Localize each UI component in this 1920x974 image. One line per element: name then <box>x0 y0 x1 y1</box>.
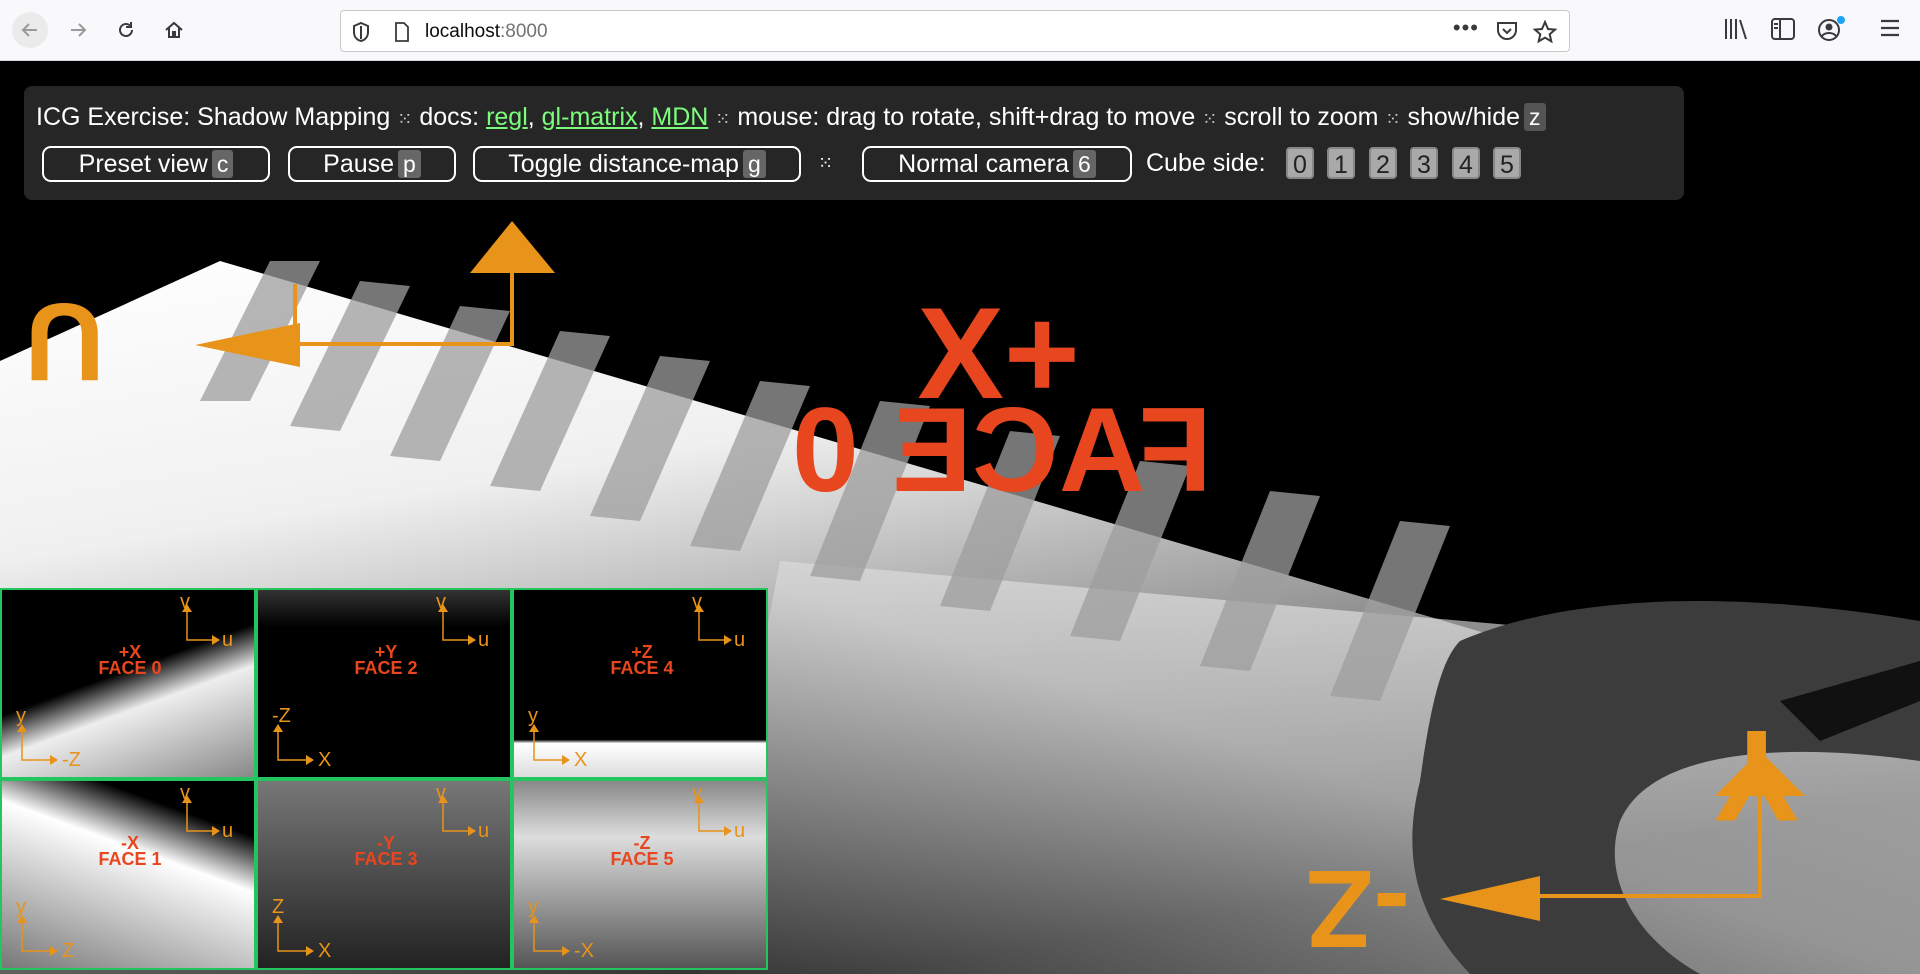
face-a-label: y <box>16 896 26 918</box>
browser-toolbar: localhost:8000 ••• <box>0 0 1920 61</box>
cube-side-3-button[interactable]: 3 <box>1410 147 1438 179</box>
face-a-label: y <box>528 896 538 918</box>
cube-face-cell: v u +X FACE 0 y -Z <box>0 588 256 779</box>
mouse-hint: mouse: drag to rotate, shift+drag to mov… <box>737 103 1196 131</box>
face-name-label: FACE 2 <box>354 658 417 678</box>
url-text: localhost:8000 <box>425 21 548 42</box>
face-name-label: FACE 4 <box>610 658 673 678</box>
page-icon <box>395 22 409 42</box>
reload-button[interactable] <box>108 12 144 48</box>
face-b-label: X <box>574 749 587 771</box>
face-b-label: X <box>318 940 331 962</box>
cube-face-cell: v u -Z FACE 5 y -X <box>512 779 768 970</box>
scroll-hint: scroll to zoom <box>1224 103 1379 131</box>
face-b-label: Z <box>62 940 74 962</box>
face-u-label: u <box>734 820 745 842</box>
face-b-label: -Z <box>62 749 81 771</box>
face-b-label: X <box>318 749 331 771</box>
arrow-right-icon <box>71 23 87 37</box>
big-face-label: FACE 0 <box>792 383 1212 517</box>
cube-side-2-button[interactable]: 2 <box>1369 147 1397 179</box>
face-a-label: -Z <box>272 705 291 727</box>
docs-label: docs: <box>419 103 480 131</box>
cube-face-render: vu-ZFACE 5y-X <box>528 782 745 962</box>
face-u-label: u <box>734 629 745 651</box>
face-name-label: FACE 0 <box>98 658 161 678</box>
reload-icon <box>119 22 133 37</box>
bookmark-star-icon[interactable] <box>1533 20 1557 44</box>
back-button[interactable] <box>12 12 48 48</box>
normal-camera-button[interactable]: Normal camera 6 <box>862 146 1132 182</box>
gl-matrix-link[interactable]: gl-matrix <box>542 103 638 131</box>
pocket-icon[interactable] <box>1495 20 1519 42</box>
face-name-label: FACE 1 <box>98 849 161 869</box>
url-bar[interactable]: localhost:8000 ••• <box>340 10 1570 52</box>
face-a-label: y <box>528 705 538 727</box>
cube-face-render: vu+YFACE 2-ZX <box>272 591 489 771</box>
showhide-label: show/hide <box>1407 103 1521 131</box>
sidebar-icon[interactable] <box>1770 16 1796 42</box>
face-b-label: -X <box>574 940 594 962</box>
cube-face-cell: v u +Y FACE 2 -Z X <box>256 588 512 779</box>
shield-icon[interactable] <box>351 21 371 43</box>
face-a-label: Z <box>272 896 284 918</box>
big-y-label: Y <box>1713 703 1800 849</box>
face-v-label: v <box>436 591 446 613</box>
face-u-label: u <box>222 820 233 842</box>
header-line: ICG Exercise: Shadow Mapping ⁙ docs: reg… <box>36 103 1546 132</box>
cube-face-cell: v u +Z FACE 4yX <box>512 588 768 779</box>
face-name-label: FACE 5 <box>610 849 673 869</box>
cube-face-render: vu+ZFACE 4yX <box>528 591 745 771</box>
home-icon <box>165 21 183 38</box>
app-title: ICG Exercise: Shadow Mapping <box>36 103 391 131</box>
face-name-label: FACE 3 <box>354 849 417 869</box>
cube-side-1-button[interactable]: 1 <box>1327 147 1355 179</box>
preset-view-button[interactable]: Preset view c <box>42 146 270 182</box>
face-v-label: v <box>692 591 702 613</box>
cube-side-5-button[interactable]: 5 <box>1493 147 1521 179</box>
face-v-label: v <box>180 782 190 804</box>
cube-side-0-button[interactable]: 0 <box>1286 147 1314 179</box>
cube-side-label: Cube side: <box>1146 149 1266 177</box>
big-u-label: U <box>25 280 104 403</box>
face-u-label: u <box>478 820 489 842</box>
cube-face-render: vu-YFACE 3ZX <box>272 782 489 962</box>
cube-face-cell: v u -Y FACE 3ZX <box>256 779 512 970</box>
cube-face-cell: v u -X FACE 1yZ <box>0 779 256 970</box>
mdn-link[interactable]: MDN <box>651 103 708 131</box>
face-u-label: u <box>222 629 233 651</box>
face-v-label: v <box>436 782 446 804</box>
cube-side-4-button[interactable]: 4 <box>1452 147 1480 179</box>
cube-map-grid: v u +X FACE 0 y -Z v u +Y FACE 2 -Z Xv u +Z FACE 4yXvu… <box>0 588 768 971</box>
account-icon[interactable] <box>1816 16 1846 44</box>
menu-icon[interactable] <box>1878 16 1902 40</box>
pause-button[interactable]: Pause p <box>288 146 456 182</box>
big-neg-z-label: -Z <box>1306 847 1410 970</box>
showhide-key: z <box>1524 103 1546 131</box>
face-v-label: v <box>180 591 190 613</box>
face-a-label: y <box>16 705 26 727</box>
library-icon[interactable] <box>1722 16 1750 42</box>
home-button[interactable] <box>156 12 192 48</box>
page-actions-icon[interactable]: ••• <box>1453 15 1479 41</box>
face-u-label: u <box>478 629 489 651</box>
toggle-distance-map-button[interactable]: Toggle distance-map g <box>473 146 801 182</box>
cube-face-render: vu+XFACE 0y-Z <box>16 591 233 771</box>
regl-link[interactable]: regl <box>486 103 528 131</box>
arrow-left-icon <box>21 23 37 37</box>
face-v-label: v <box>692 782 702 804</box>
cube-face-render: vu-XFACE 1yZ <box>16 782 233 962</box>
forward-button[interactable] <box>60 12 96 48</box>
